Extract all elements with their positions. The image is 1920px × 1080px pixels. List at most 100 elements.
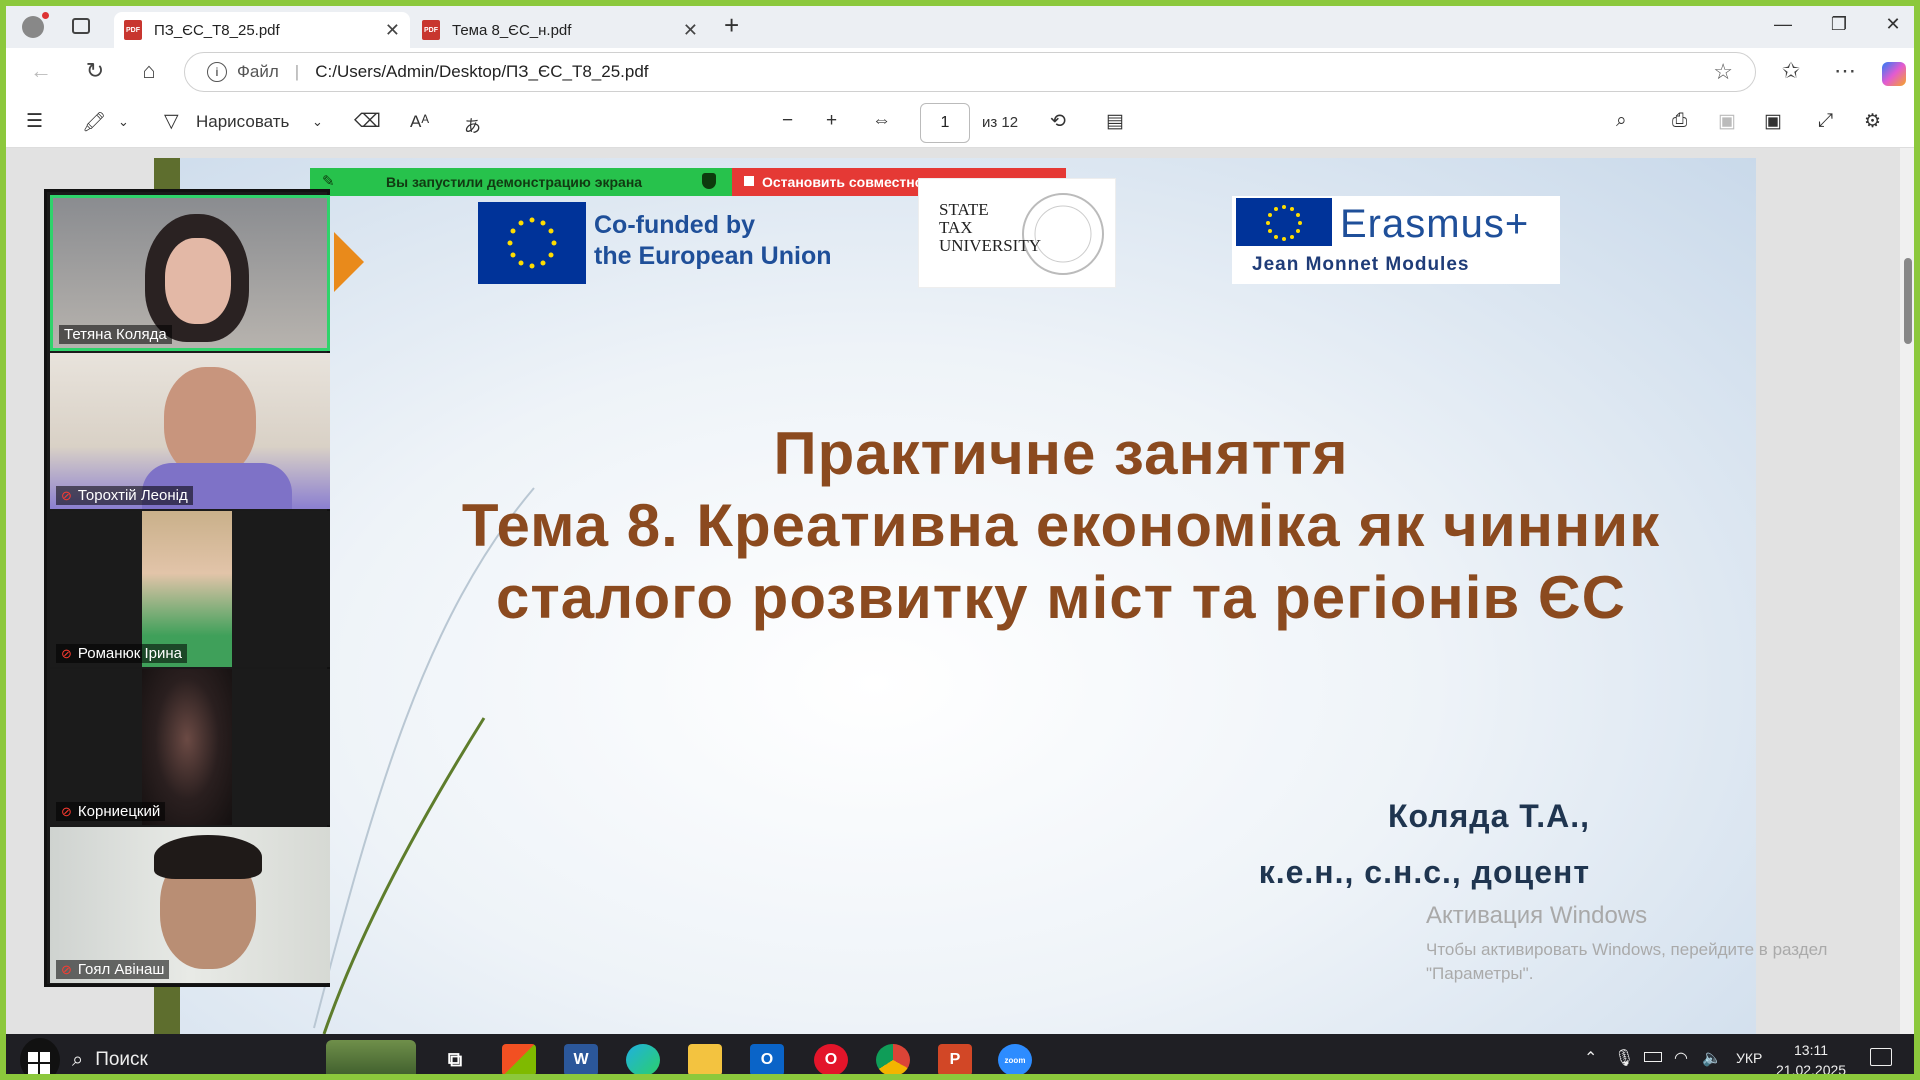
- translate-icon[interactable]: あ: [464, 112, 481, 137]
- video-face: [164, 367, 256, 477]
- mic-muted-icon: ⊘: [61, 645, 72, 661]
- video-participants-panel: Тетяна Коляда ⊘ Торохтій Леонід ⊘ Романюк …: [44, 189, 330, 987]
- pdf-file-icon: PDF: [422, 20, 440, 40]
- refresh-icon[interactable]: ↻: [80, 58, 110, 84]
- pdf-toolbar: ☰ 🖍 ⌄ ▽ Нарисовать ⌄ ⌫ Aᴬ あ − + ⇔ 1 из 1…: [6, 98, 1914, 148]
- read-aloud-icon[interactable]: Aᴬ: [410, 112, 429, 132]
- language-indicator[interactable]: УКР: [1736, 1050, 1762, 1066]
- erasmus-jean-monnet-logo: Erasmus+ Jean Monnet Modules: [1232, 196, 1560, 284]
- participant-name-label: ⊘ Романюк Ірина: [56, 644, 188, 663]
- participant-tile[interactable]: ⊘ Торохтій Леонід: [50, 353, 330, 509]
- fullscreen-icon[interactable]: ⤢: [1818, 110, 1833, 132]
- chevron-down-icon[interactable]: ⌄: [118, 114, 129, 130]
- info-icon[interactable]: i: [207, 62, 227, 82]
- page-view-icon[interactable]: ▤: [1106, 110, 1124, 133]
- profile-avatar-icon[interactable]: [22, 16, 44, 38]
- search-icon[interactable]: ⌕: [1616, 110, 1627, 132]
- close-window-button[interactable]: ✕: [1878, 14, 1908, 35]
- outlook-icon[interactable]: O: [750, 1044, 784, 1074]
- save-as-icon[interactable]: ▣: [1764, 110, 1782, 133]
- print-icon[interactable]: ⎙: [1672, 110, 1687, 132]
- notifications-icon[interactable]: [1870, 1048, 1892, 1066]
- fit-width-icon[interactable]: ⇔: [872, 110, 891, 132]
- restore-button[interactable]: ❐: [1824, 14, 1854, 35]
- highlight-icon[interactable]: 🖍: [82, 110, 106, 134]
- eraser-icon[interactable]: ⌫: [354, 110, 381, 133]
- participant-tile[interactable]: ⊘ Корниецкий: [50, 669, 330, 825]
- mic-muted-icon: ⊘: [61, 803, 72, 819]
- address-row: ← ↻ ⌂ i Файл | C:/Users/Admin/Desktop/ПЗ…: [6, 48, 1914, 98]
- search-icon: ⌕: [72, 1048, 84, 1071]
- tab-actions-icon[interactable]: [72, 18, 90, 34]
- more-menu-icon[interactable]: ⋯: [1830, 58, 1860, 84]
- zoom-out-icon[interactable]: −: [782, 110, 793, 132]
- taskbar-search[interactable]: ⌕ Поиск: [72, 1042, 332, 1074]
- settings-gear-icon[interactable]: ⚙: [1864, 110, 1881, 133]
- favorites-icon[interactable]: ✩: [1776, 58, 1806, 84]
- file-explorer-icon[interactable]: [688, 1044, 722, 1074]
- wifi-icon[interactable]: ◠: [1674, 1048, 1688, 1068]
- eu-flag-icon: [1236, 198, 1332, 246]
- participant-name-label: ⊘ Корниецкий: [56, 802, 166, 821]
- notification-dot-icon: [42, 12, 49, 19]
- powerpoint-icon[interactable]: P: [938, 1044, 972, 1074]
- participant-name-label: ⊘ Торохтій Леонід: [56, 486, 193, 505]
- rotate-icon[interactable]: ⟲: [1050, 110, 1066, 133]
- new-tab-button[interactable]: +: [724, 10, 739, 41]
- microsoft-store-icon[interactable]: [502, 1044, 536, 1074]
- search-highlight-image[interactable]: [326, 1040, 416, 1074]
- tab-tema8-pdf[interactable]: PDF Тема 8_ЄС_н.pdf ✕: [412, 12, 708, 48]
- chevron-up-icon[interactable]: ⌃: [1584, 1048, 1597, 1068]
- close-tab-icon[interactable]: ✕: [683, 20, 698, 41]
- microphone-icon[interactable]: 🎙: [1614, 1048, 1634, 1068]
- contents-list-icon[interactable]: ☰: [26, 110, 43, 133]
- favorite-star-icon[interactable]: ☆: [1713, 59, 1733, 85]
- file-scheme-label: Файл: [237, 62, 279, 81]
- home-icon[interactable]: ⌂: [134, 58, 164, 84]
- save-icon[interactable]: ▣: [1718, 110, 1736, 133]
- copilot-icon[interactable]: [1882, 62, 1906, 86]
- scrollbar-thumb[interactable]: [1904, 258, 1912, 344]
- battery-icon[interactable]: [1644, 1052, 1662, 1062]
- author-name: Коляда Т.А.,: [1388, 798, 1590, 834]
- page-number-input[interactable]: 1: [920, 103, 970, 143]
- windows-logo-icon: [28, 1052, 50, 1074]
- windows-taskbar: ⌕ Поиск ⧉ W O O P zoom ⌃ 🎙 ◠ 🔈 УКР 13:11…: [6, 1034, 1914, 1074]
- url-text[interactable]: C:/Users/Admin/Desktop/ПЗ_ЄС_Т8_25.pdf: [315, 62, 648, 82]
- share-pin-icon[interactable]: ✎: [322, 172, 335, 190]
- minimize-button[interactable]: —: [1768, 14, 1798, 35]
- clock[interactable]: 13:11 21.02.2025: [1776, 1040, 1846, 1074]
- sharing-text: Вы запустили демонстрацию экрана: [386, 174, 643, 190]
- tab-pz-pdf[interactable]: PDF ПЗ_ЄС_Т8_25.pdf ✕: [114, 12, 410, 48]
- author-degree: к.е.н., с.н.с., доцент: [1258, 854, 1590, 890]
- eu-flag-logo: [478, 202, 586, 284]
- tab-title: Тема 8_ЄС_н.pdf: [452, 21, 572, 39]
- participant-name-label: Тетяна Коляда: [59, 325, 172, 344]
- participant-tile[interactable]: ⊘ Романюк Ірина: [50, 511, 330, 667]
- back-arrow-icon[interactable]: ←: [26, 58, 56, 84]
- screen-share-status: Вы запустили демонстрацию экрана: [310, 168, 732, 196]
- task-view-icon[interactable]: ⧉: [438, 1044, 472, 1074]
- volume-icon[interactable]: 🔈: [1702, 1048, 1722, 1068]
- edge-icon[interactable]: [626, 1044, 660, 1074]
- shield-icon: [702, 173, 716, 189]
- opera-icon[interactable]: O: [814, 1044, 848, 1074]
- participant-name-label: ⊘ Гоял Авінаш: [56, 960, 170, 979]
- video-hair: [154, 835, 262, 879]
- mic-muted-icon: ⊘: [61, 487, 72, 503]
- participant-tile[interactable]: Тетяна Коляда: [50, 195, 330, 351]
- chevron-down-icon[interactable]: ⌄: [312, 114, 323, 130]
- draw-icon[interactable]: ▽: [164, 110, 179, 133]
- chrome-icon[interactable]: [876, 1044, 910, 1074]
- eu-cofunded-text: Co-funded by the European Union: [594, 211, 832, 270]
- zoom-icon[interactable]: zoom: [998, 1044, 1032, 1074]
- participant-tile[interactable]: ⊘ Гоял Авінаш: [50, 827, 330, 983]
- stop-square-icon: [744, 176, 754, 186]
- slide-author: Коляда Т.А., к.е.н., с.н.с., доцент: [1016, 788, 1590, 900]
- pdf-file-icon: PDF: [124, 20, 142, 40]
- word-icon[interactable]: W: [564, 1044, 598, 1074]
- address-bar[interactable]: i Файл | C:/Users/Admin/Desktop/ПЗ_ЄС_Т8…: [184, 52, 1756, 92]
- draw-button[interactable]: Нарисовать: [196, 112, 289, 132]
- zoom-in-icon[interactable]: +: [826, 110, 837, 132]
- close-tab-icon[interactable]: ✕: [385, 20, 400, 41]
